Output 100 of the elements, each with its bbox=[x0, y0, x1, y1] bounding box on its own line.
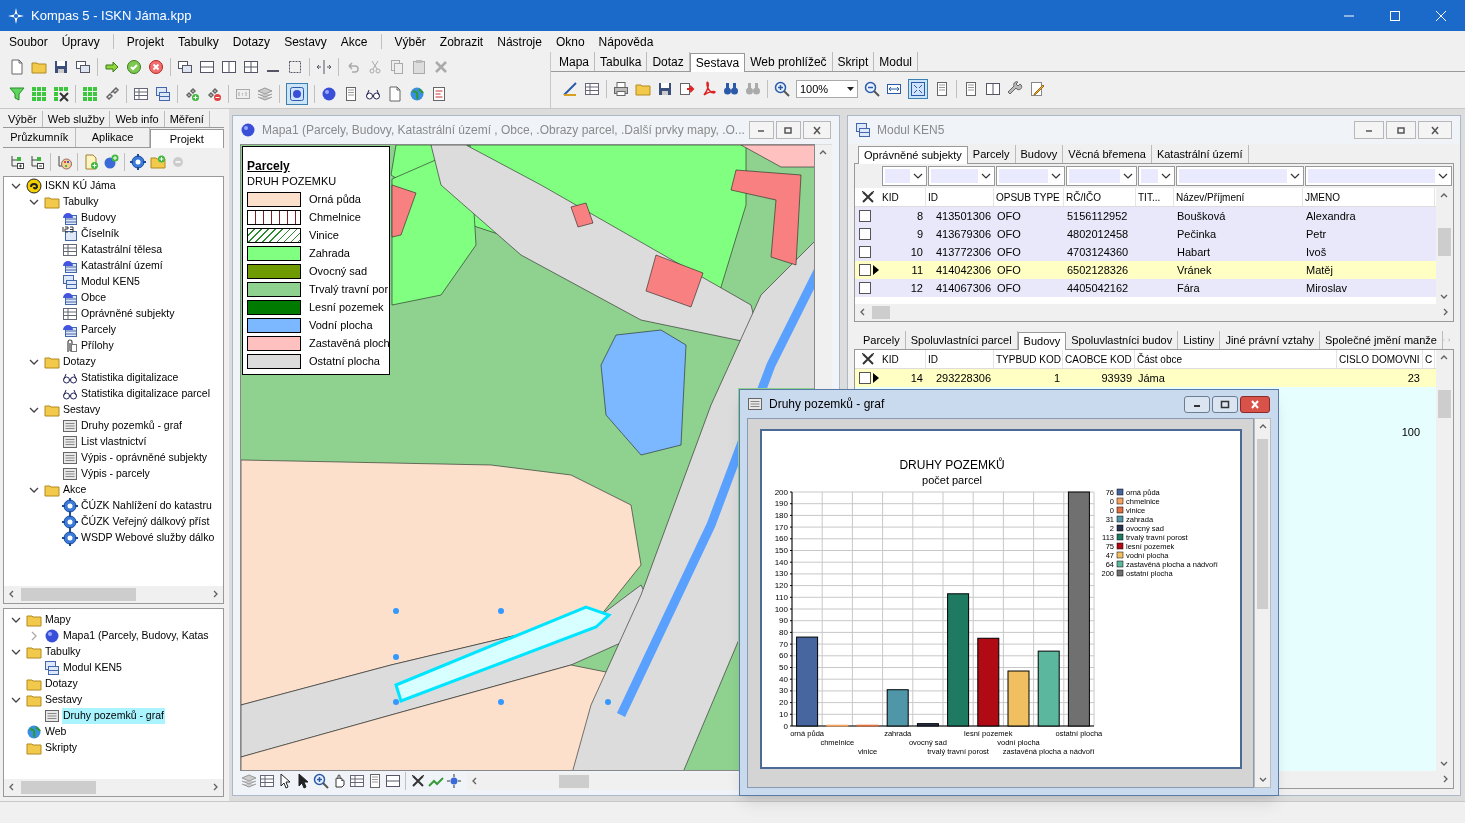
tree-item[interactable]: Číselník bbox=[80, 226, 120, 242]
close-button[interactable] bbox=[802, 121, 831, 139]
zoom-in-icon[interactable] bbox=[313, 773, 329, 789]
tree-item[interactable]: Výpis - parcely bbox=[80, 466, 151, 482]
document-icon[interactable] bbox=[387, 86, 403, 102]
filter-dropdown[interactable] bbox=[996, 166, 1065, 186]
column-header[interactable]: ID bbox=[926, 188, 994, 206]
chain-link-plus-icon[interactable] bbox=[184, 86, 200, 102]
column-header[interactable]: Část obce bbox=[1135, 350, 1337, 368]
column-header[interactable]: OPSUB TYPE bbox=[994, 188, 1064, 206]
tree-item[interactable]: Dotazy bbox=[62, 354, 97, 370]
filter-dropdown[interactable] bbox=[1305, 166, 1452, 186]
table-row[interactable]: 10 413772306 OFO 4703124360 Habart Ivoš bbox=[855, 243, 1436, 261]
tree-item[interactable]: WSDP Webové služby dálko bbox=[80, 530, 216, 546]
zoom-out-icon[interactable] bbox=[864, 81, 880, 97]
column-header[interactable]: Název/Příjmení bbox=[1174, 188, 1303, 206]
tree-item[interactable]: Katastrální území bbox=[80, 258, 164, 274]
windows-icon[interactable] bbox=[75, 59, 91, 75]
vertical-scrollbar[interactable] bbox=[1436, 350, 1453, 771]
column-header[interactable]: C bbox=[1423, 350, 1435, 368]
split-icon[interactable] bbox=[316, 59, 332, 75]
restore-button[interactable] bbox=[1212, 395, 1238, 413]
cross-icon[interactable] bbox=[859, 189, 876, 205]
menu-item[interactable]: Nápověda bbox=[591, 32, 661, 51]
tree-item[interactable]: Katastrální tělesa bbox=[80, 242, 164, 258]
checkbox[interactable] bbox=[859, 228, 871, 240]
close-button[interactable] bbox=[1240, 395, 1270, 413]
tree-item[interactable]: Mapa1 (Parcely, Budovy, Katas bbox=[62, 628, 210, 644]
palette-icon[interactable] bbox=[56, 154, 72, 170]
tree-item[interactable]: Akce bbox=[62, 482, 88, 498]
tree-item[interactable]: Sestavy bbox=[62, 402, 102, 418]
save-icon[interactable] bbox=[53, 59, 69, 75]
rows-icon[interactable] bbox=[385, 773, 401, 789]
filter-dropdown[interactable] bbox=[882, 166, 927, 186]
tree-item[interactable]: Dotazy bbox=[44, 676, 79, 692]
tree-item[interactable]: Mapy bbox=[44, 612, 72, 628]
save-icon[interactable] bbox=[657, 81, 673, 97]
tab[interactable]: Oprávněné subjekty bbox=[858, 146, 968, 164]
table-icon[interactable] bbox=[259, 773, 275, 789]
dot-grid-icon[interactable] bbox=[31, 86, 47, 102]
page-icon[interactable] bbox=[343, 86, 359, 102]
column-header[interactable]: TIT... bbox=[1136, 188, 1174, 206]
tree-item[interactable]: Modul KEN5 bbox=[62, 660, 123, 676]
cross-icon[interactable] bbox=[410, 773, 426, 789]
filter-dropdown[interactable] bbox=[1138, 166, 1175, 186]
column-header[interactable]: TYPBUD KOD bbox=[994, 350, 1063, 368]
zoom-dropdown[interactable]: 100% bbox=[796, 80, 858, 98]
zoom-in-icon[interactable] bbox=[774, 81, 790, 97]
grid-icon[interactable] bbox=[243, 59, 259, 75]
tab[interactable]: Sestava bbox=[689, 53, 746, 72]
expand-chevron-icon[interactable] bbox=[11, 695, 21, 705]
windows-icon[interactable] bbox=[177, 59, 193, 75]
scroll-thumb[interactable] bbox=[21, 588, 136, 601]
scroll-thumb[interactable] bbox=[1438, 228, 1451, 256]
rows-icon[interactable] bbox=[199, 59, 215, 75]
page-icon[interactable] bbox=[367, 773, 383, 789]
check-icon[interactable] bbox=[126, 59, 142, 75]
tree-item[interactable]: ČÚZK Veřejný dálkový příst bbox=[80, 514, 211, 530]
tree-item[interactable]: ISKN KÚ Jáma bbox=[44, 178, 117, 194]
column-header[interactable]: KID bbox=[880, 188, 926, 206]
checkbox[interactable] bbox=[859, 264, 871, 276]
printer-icon[interactable] bbox=[613, 81, 629, 97]
scroll-thumb[interactable] bbox=[21, 781, 96, 794]
menu-item[interactable]: Nástroje bbox=[490, 32, 549, 51]
table-icon[interactable] bbox=[133, 86, 149, 102]
scroll-thumb[interactable] bbox=[559, 774, 589, 788]
column-header[interactable]: RČ/IČO bbox=[1064, 188, 1136, 206]
expand-chevron-icon[interactable] bbox=[29, 405, 39, 415]
expand-chevron-icon[interactable] bbox=[29, 485, 39, 495]
menu-item[interactable]: Tabulky bbox=[171, 32, 226, 51]
tree-item[interactable]: Druhy pozemků - graf bbox=[80, 418, 183, 434]
menu-item[interactable]: Výběr bbox=[387, 32, 433, 51]
tree-item[interactable]: Výpis - oprávněné subjekty bbox=[80, 450, 209, 466]
tree-item[interactable]: Parcely bbox=[80, 322, 117, 338]
layers-icon[interactable] bbox=[241, 773, 257, 789]
ruler-icon[interactable] bbox=[562, 81, 578, 97]
tree-item[interactable]: Statistika digitalizace bbox=[80, 370, 180, 386]
filter-icon[interactable] bbox=[9, 86, 25, 102]
fit-page-button[interactable] bbox=[908, 79, 928, 99]
menu-item[interactable]: Okno bbox=[548, 32, 592, 51]
columns-icon[interactable] bbox=[221, 59, 237, 75]
table-row[interactable]: 14 293228306 1 93939 Jáma 23 bbox=[855, 369, 1436, 387]
column-header[interactable]: ID bbox=[926, 350, 994, 368]
page-icon[interactable] bbox=[963, 81, 979, 97]
fit-width-icon[interactable] bbox=[886, 81, 902, 97]
checkbox[interactable] bbox=[859, 282, 871, 294]
chain-link-minus-icon[interactable] bbox=[206, 86, 222, 102]
tree-item[interactable]: Obce bbox=[80, 290, 108, 306]
tree-item[interactable]: Modul KEN5 bbox=[80, 274, 141, 290]
tab[interactable]: Budovy bbox=[1017, 332, 1067, 350]
vertical-scrollbar[interactable] bbox=[1254, 418, 1271, 788]
tree-item[interactable]: Statistika digitalizace parcel bbox=[80, 386, 211, 402]
horizontal-scrollbar[interactable] bbox=[855, 304, 1453, 321]
menu-item[interactable]: Soubor bbox=[2, 32, 55, 51]
cross-icon[interactable] bbox=[859, 351, 876, 367]
wrench-icon[interactable] bbox=[1007, 81, 1023, 97]
expand-chevron-icon[interactable] bbox=[29, 357, 39, 367]
menu-item[interactable]: Úpravy bbox=[54, 32, 107, 51]
binoculars-icon[interactable] bbox=[723, 81, 739, 97]
point-icon[interactable] bbox=[446, 773, 462, 789]
